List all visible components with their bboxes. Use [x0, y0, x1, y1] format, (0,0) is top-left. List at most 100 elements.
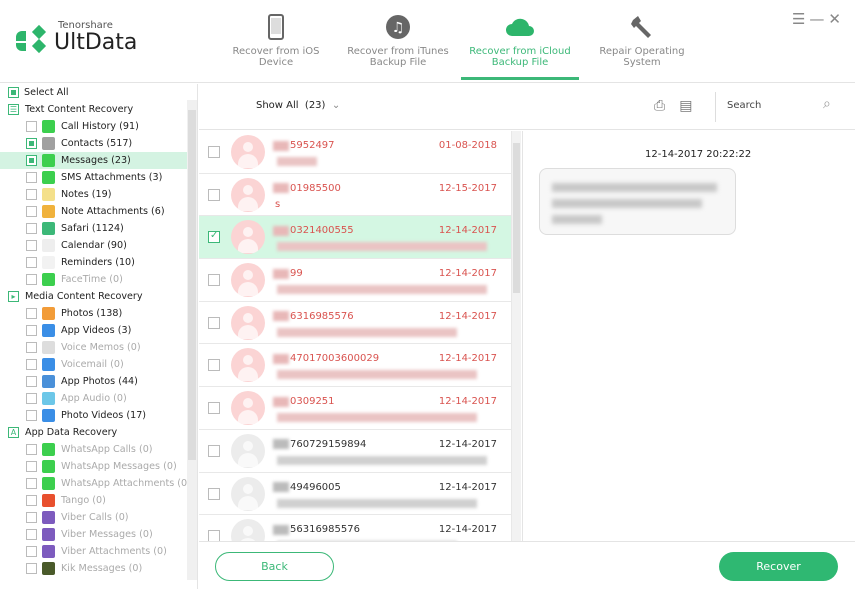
- message-preview: [277, 455, 487, 465]
- item-checkbox[interactable]: [26, 461, 37, 472]
- sidebar-item[interactable]: WhatsApp Calls (0): [0, 441, 197, 458]
- sidebar-item[interactable]: Call History (91): [0, 118, 197, 135]
- row-checkbox[interactable]: [208, 359, 220, 372]
- message-row[interactable]: 6316985576 12-14-2017: [199, 302, 511, 345]
- item-checkbox[interactable]: [26, 325, 37, 336]
- item-checkbox[interactable]: [26, 529, 37, 540]
- phone-icon: [215, 12, 337, 42]
- row-checkbox[interactable]: [208, 230, 220, 244]
- category-icon: [42, 460, 55, 473]
- list-scrollbar[interactable]: [511, 131, 521, 541]
- sidebar-item[interactable]: Tango (0): [0, 492, 197, 509]
- sidebar-scrollbar[interactable]: [187, 100, 197, 580]
- item-checkbox[interactable]: [26, 393, 37, 404]
- message-row[interactable]: 99 12-14-2017: [199, 259, 511, 302]
- message-row[interactable]: 47017003600029 12-14-2017: [199, 344, 511, 388]
- item-checkbox[interactable]: [26, 342, 37, 353]
- section-header[interactable]: ☰ Text Content Recovery: [0, 101, 197, 118]
- item-checkbox[interactable]: [26, 274, 37, 285]
- message-row[interactable]: 01985500 12-15-2017 s: [199, 174, 511, 217]
- tab-repair-os[interactable]: Repair Operating System: [581, 0, 703, 80]
- section-header[interactable]: ▸ Media Content Recovery: [0, 288, 197, 305]
- item-checkbox[interactable]: [26, 495, 37, 506]
- sidebar-item[interactable]: WhatsApp Messages (0): [0, 458, 197, 475]
- item-checkbox[interactable]: [26, 308, 37, 319]
- message-row[interactable]: 0309251 12-14-2017: [199, 387, 511, 430]
- item-checkbox[interactable]: [26, 206, 37, 217]
- sidebar-item[interactable]: SMS Attachments (3): [0, 169, 197, 186]
- row-checkbox[interactable]: [208, 188, 220, 201]
- sidebar-item[interactable]: Safari (1124): [0, 220, 197, 237]
- row-checkbox[interactable]: [208, 402, 220, 415]
- sidebar-item[interactable]: Notes (19): [0, 186, 197, 203]
- minimize-button[interactable]: —: [809, 10, 828, 28]
- row-checkbox[interactable]: [208, 487, 220, 500]
- sidebar-item[interactable]: Viber Messages (0): [0, 526, 197, 543]
- tab-ios-device[interactable]: Recover from iOS Device: [215, 0, 337, 80]
- message-row[interactable]: 49496005 12-14-2017: [199, 473, 511, 516]
- search-icon[interactable]: ⌕: [823, 96, 831, 112]
- item-checkbox[interactable]: [26, 410, 37, 421]
- menu-icon[interactable]: ☰: [792, 10, 809, 28]
- sidebar-item[interactable]: Voicemail (0): [0, 356, 197, 373]
- svg-text:♫: ♫: [392, 20, 405, 36]
- back-button[interactable]: Back: [215, 552, 334, 581]
- sidebar-item[interactable]: Contacts (517): [0, 135, 197, 152]
- sidebar-item[interactable]: WhatsApp Attachments (0): [0, 475, 197, 492]
- message-preview: [277, 327, 457, 337]
- sidebar-item[interactable]: Viber Calls (0): [0, 509, 197, 526]
- sidebar-item[interactable]: Note Attachments (6): [0, 203, 197, 220]
- item-checkbox[interactable]: [26, 563, 37, 574]
- tab-label: Recover from iOS Device: [232, 46, 320, 68]
- message-preview: [277, 413, 477, 423]
- item-checkbox[interactable]: [26, 444, 37, 455]
- sidebar-item[interactable]: Calendar (90): [0, 237, 197, 254]
- item-checkbox[interactable]: [26, 546, 37, 557]
- select-all[interactable]: Select All: [0, 84, 197, 101]
- item-checkbox[interactable]: [26, 189, 37, 200]
- show-all-dropdown[interactable]: Show All (23) ⌄: [256, 100, 340, 111]
- row-checkbox[interactable]: [208, 530, 220, 541]
- sidebar-item[interactable]: Voice Memos (0): [0, 339, 197, 356]
- export-settings-icon[interactable]: ▤: [679, 98, 692, 114]
- item-checkbox[interactable]: [26, 257, 37, 268]
- section-header[interactable]: A App Data Recovery: [0, 424, 197, 441]
- sidebar-item[interactable]: App Audio (0): [0, 390, 197, 407]
- item-checkbox[interactable]: [26, 121, 37, 132]
- message-row[interactable]: 760729159894 12-14-2017: [199, 430, 511, 473]
- item-checkbox[interactable]: [26, 376, 37, 387]
- tab-icloud-backup[interactable]: Recover from iCloud Backup File: [459, 0, 581, 80]
- item-label: Notes (19): [61, 189, 112, 200]
- row-checkbox[interactable]: [208, 146, 220, 158]
- item-checkbox[interactable]: [26, 478, 37, 489]
- row-checkbox[interactable]: [208, 316, 220, 329]
- sidebar-item[interactable]: Kik Messages (0): [0, 560, 197, 577]
- row-checkbox[interactable]: [208, 274, 220, 287]
- item-checkbox[interactable]: [26, 512, 37, 523]
- item-checkbox[interactable]: [26, 172, 37, 183]
- select-all-checkbox[interactable]: [8, 87, 19, 98]
- item-checkbox[interactable]: [26, 155, 37, 166]
- sidebar-item[interactable]: Reminders (10): [0, 254, 197, 271]
- message-row[interactable]: 56316985576 12-14-2017: [199, 515, 511, 541]
- message-row[interactable]: 5952497 01-08-2018: [199, 131, 511, 174]
- recover-button[interactable]: Recover: [719, 552, 838, 581]
- section-icon: A: [8, 427, 19, 438]
- sidebar-item[interactable]: Viber Attachments (0): [0, 543, 197, 560]
- item-checkbox[interactable]: [26, 240, 37, 251]
- sidebar-item[interactable]: FaceTime (0): [0, 271, 197, 288]
- item-checkbox[interactable]: [26, 138, 37, 149]
- sidebar-item[interactable]: Messages (23): [0, 152, 197, 169]
- row-checkbox[interactable]: [208, 444, 220, 457]
- sidebar-item[interactable]: Photos (138): [0, 305, 197, 322]
- item-checkbox[interactable]: [26, 359, 37, 370]
- message-row[interactable]: 0321400555 12-14-2017: [199, 216, 511, 260]
- search-input[interactable]: Search: [727, 100, 761, 111]
- sidebar-item[interactable]: Photo Videos (17): [0, 407, 197, 424]
- print-icon[interactable]: ⎙: [654, 98, 665, 114]
- sidebar-item[interactable]: App Photos (44): [0, 373, 197, 390]
- sidebar-item[interactable]: App Videos (3): [0, 322, 197, 339]
- close-button[interactable]: ✕: [828, 10, 845, 28]
- tab-itunes-backup[interactable]: ♫ Recover from iTunes Backup File: [337, 0, 459, 80]
- item-checkbox[interactable]: [26, 223, 37, 234]
